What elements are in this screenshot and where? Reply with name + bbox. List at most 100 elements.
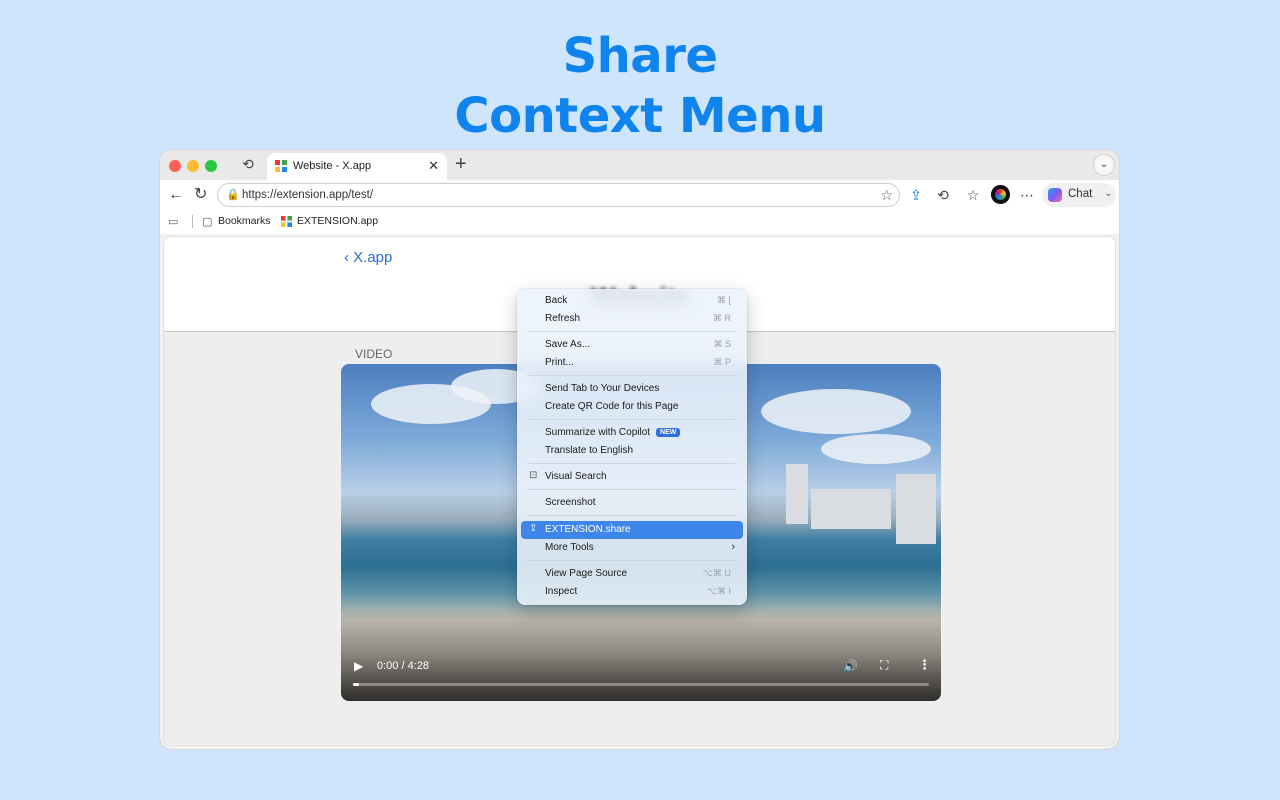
close-window-button[interactable] <box>169 160 181 172</box>
menu-item-label: Save As... <box>545 339 591 350</box>
menu-item-label: Translate to English <box>545 445 634 456</box>
video-more-icon[interactable]: ⋮ <box>918 657 931 673</box>
menu-item-label: Send Tab to Your Devices <box>545 383 660 394</box>
menu-item-label: Create QR Code for this Page <box>545 401 679 412</box>
new-tab-button[interactable]: + <box>455 153 467 175</box>
x-app-favicon <box>275 160 287 172</box>
copilot-chat-button[interactable]: Chat ⌄ <box>1042 183 1116 207</box>
share-extension-icon: ⇪ <box>529 523 538 534</box>
menu-item-label: Refresh <box>545 313 581 324</box>
address-bar[interactable]: 🔒 https://extension.app/test/ ☆ <box>217 183 900 207</box>
tab-close-icon[interactable]: ✕ <box>428 158 439 174</box>
menu-item-summarize[interactable]: Summarize with Copilot NEW <box>521 424 743 442</box>
hero-title: Share Context Menu <box>0 26 1280 146</box>
menu-item-label: More Tools <box>545 542 594 553</box>
menu-item-shortcut: ⌘ S <box>713 339 731 349</box>
video-section-label: VIDEO <box>355 347 393 361</box>
video-time: 0:00 / 4:28 <box>377 660 429 672</box>
menu-item-send-tab[interactable]: Send Tab to Your Devices <box>521 380 743 398</box>
menu-item-save-as[interactable]: Save As... ⌘ S <box>521 336 743 354</box>
menu-item-label: Inspect <box>545 586 578 597</box>
folder-icon: ▢ <box>202 216 213 228</box>
hero-title-line1: Share <box>562 28 718 84</box>
refresh-icon[interactable]: ↻ <box>194 186 207 204</box>
menu-item-label: Back <box>545 295 568 306</box>
new-badge: NEW <box>656 428 681 437</box>
menu-item-label: EXTENSION.share <box>545 524 631 535</box>
fullscreen-icon[interactable]: ⛶ <box>880 658 888 673</box>
menu-item-print[interactable]: Print... ⌘ P <box>521 354 743 372</box>
video-building <box>811 489 891 529</box>
menu-item-label: Screenshot <box>545 497 596 508</box>
zoom-window-button[interactable] <box>205 160 217 172</box>
profile-avatar[interactable] <box>991 185 1010 204</box>
video-building <box>786 464 808 524</box>
tab-website[interactable]: Website - X.app ✕ <box>267 153 447 180</box>
extensions-tab-icon[interactable]: ⟲ <box>240 156 256 172</box>
site-info-icon[interactable]: 🔒 <box>226 188 240 201</box>
menu-separator <box>527 375 737 376</box>
share-extension-toolbar-icon[interactable]: ⇪ <box>907 186 925 204</box>
extension-app-favicon <box>281 216 292 227</box>
menu-item-screenshot[interactable]: Screenshot <box>521 494 743 512</box>
menu-separator <box>527 489 737 490</box>
favorite-star-icon[interactable]: ☆ <box>880 187 893 204</box>
video-building <box>896 474 936 544</box>
chat-label: Chat <box>1068 188 1093 200</box>
menu-item-label: View Page Source <box>545 568 628 579</box>
video-controls-overlay <box>341 611 941 701</box>
menu-item-back[interactable]: Back ⌘ [ <box>521 292 743 310</box>
copilot-icon <box>1048 188 1062 202</box>
menu-item-shortcut: ⌘ R <box>713 313 731 323</box>
menu-separator <box>527 463 737 464</box>
hero-title-line2: Context Menu <box>454 88 826 144</box>
chevron-left-icon: ‹ <box>344 249 349 266</box>
menu-item-shortcut: ⌘ [ <box>716 295 731 305</box>
menu-item-label: Summarize with Copilot NEW <box>545 427 681 438</box>
volume-icon[interactable]: 🔊 <box>843 659 858 673</box>
menu-item-translate[interactable]: Translate to English <box>521 442 743 460</box>
menu-separator <box>527 331 737 332</box>
back-link-label: X.app <box>353 249 393 266</box>
bookmark-folder[interactable]: Bookmarks <box>218 215 271 227</box>
context-menu: Back ⌘ [ Refresh ⌘ R Save As... ⌘ S Prin… <box>517 289 747 605</box>
menu-item-create-qr[interactable]: Create QR Code for this Page <box>521 398 743 416</box>
address-url: https://extension.app/test/ <box>242 189 374 201</box>
menu-item-shortcut: ⌥⌘ U <box>702 568 731 578</box>
menu-separator <box>527 419 737 420</box>
summarize-label: Summarize with Copilot <box>545 427 651 438</box>
menu-separator <box>527 515 737 516</box>
video-progress-fill <box>353 683 359 686</box>
back-arrow-icon[interactable]: ← <box>168 186 184 204</box>
more-options-icon[interactable]: ⋯ <box>1018 186 1036 204</box>
menu-item-label: Print... <box>545 357 574 368</box>
tab-title: Website - X.app <box>293 160 372 172</box>
menu-item-view-source[interactable]: View Page Source ⌥⌘ U <box>521 565 743 583</box>
menu-item-refresh[interactable]: Refresh ⌘ R <box>521 310 743 328</box>
play-icon[interactable]: ▶ <box>354 659 363 673</box>
menu-item-visual-search[interactable]: ⊡ Visual Search <box>521 468 743 486</box>
tab-search-chevron-icon[interactable]: ⌄ <box>1093 154 1115 176</box>
menu-item-shortcut: ⌘ P <box>713 357 731 367</box>
favorites-icon[interactable]: ☆ <box>964 186 982 204</box>
bookmarks-bar: ▭ ▢ Bookmarks EXTENSION.app <box>160 210 1119 234</box>
bookmarks-divider <box>192 215 193 228</box>
menu-item-label: Visual Search <box>545 471 607 482</box>
tab-strip: ⟲ Website - X.app ✕ + ⌄ <box>160 150 1119 180</box>
menu-item-shortcut: ⌥⌘ I <box>706 586 731 596</box>
video-cloud <box>761 389 911 434</box>
menu-item-inspect[interactable]: Inspect ⌥⌘ I <box>521 583 743 601</box>
chevron-right-icon: › <box>731 541 735 553</box>
visual-search-icon: ⊡ <box>529 470 538 481</box>
video-progress-track[interactable] <box>353 683 929 686</box>
video-cloud <box>821 434 931 464</box>
menu-item-extension-share[interactable]: ⇪ EXTENSION.share <box>521 521 743 539</box>
toolbar: ← ↻ 🔒 https://extension.app/test/ ☆ ⇪ ⟲ … <box>160 180 1119 210</box>
back-link[interactable]: ‹ X.app <box>344 249 392 266</box>
extensions-puzzle-icon[interactable]: ⟲ <box>934 186 952 204</box>
collections-icon[interactable]: ▭ <box>168 215 178 228</box>
menu-item-more-tools[interactable]: More Tools › <box>521 539 743 557</box>
chevron-down-icon: ⌄ <box>1104 188 1112 198</box>
minimize-window-button[interactable] <box>187 160 199 172</box>
bookmark-extension-app[interactable]: EXTENSION.app <box>297 215 378 227</box>
